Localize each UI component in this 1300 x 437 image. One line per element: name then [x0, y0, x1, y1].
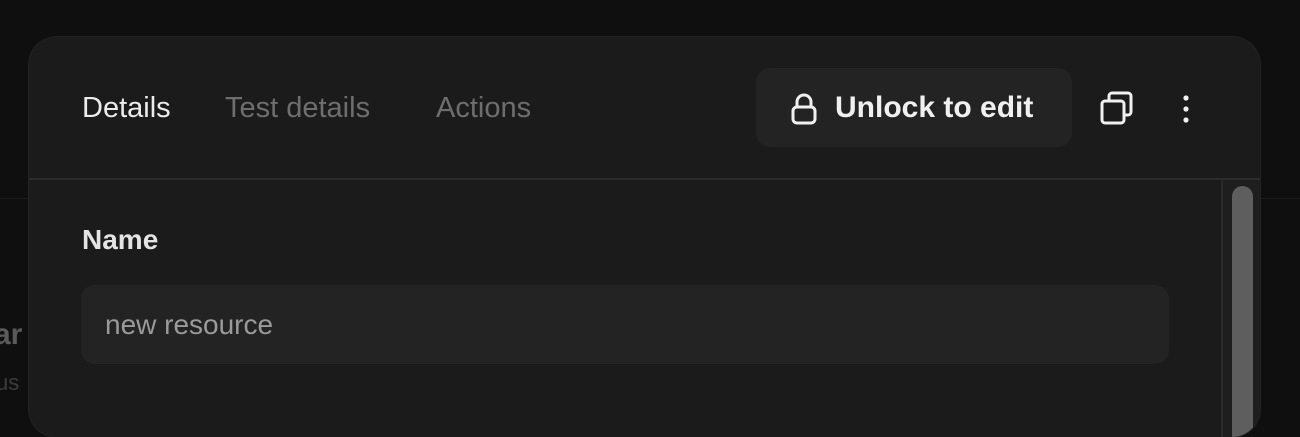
lock-icon — [791, 93, 817, 125]
panel-body: Name — [29, 180, 1260, 437]
scrollbar-track[interactable] — [1221, 180, 1260, 437]
tab-actions[interactable]: Actions — [436, 91, 531, 125]
scrollbar-thumb[interactable] — [1232, 186, 1253, 437]
background-partial-subtext: us — [0, 370, 20, 395]
unlock-to-edit-label: Unlock to edit — [835, 91, 1034, 124]
unlock-to-edit-button[interactable]: Unlock to edit — [756, 68, 1072, 147]
name-input[interactable] — [81, 285, 1169, 364]
name-field-label: Name — [82, 224, 159, 255]
panel-header: Details Test details Actions Unlock to e… — [29, 37, 1260, 179]
copy-icon[interactable] — [1099, 90, 1135, 126]
resource-details-panel: Details Test details Actions Unlock to e… — [29, 37, 1260, 437]
tab-test-details[interactable]: Test details — [225, 91, 370, 125]
tab-details[interactable]: Details — [82, 91, 171, 125]
more-vertical-icon[interactable] — [1173, 92, 1199, 126]
background-partial-text: ar — [0, 318, 23, 351]
